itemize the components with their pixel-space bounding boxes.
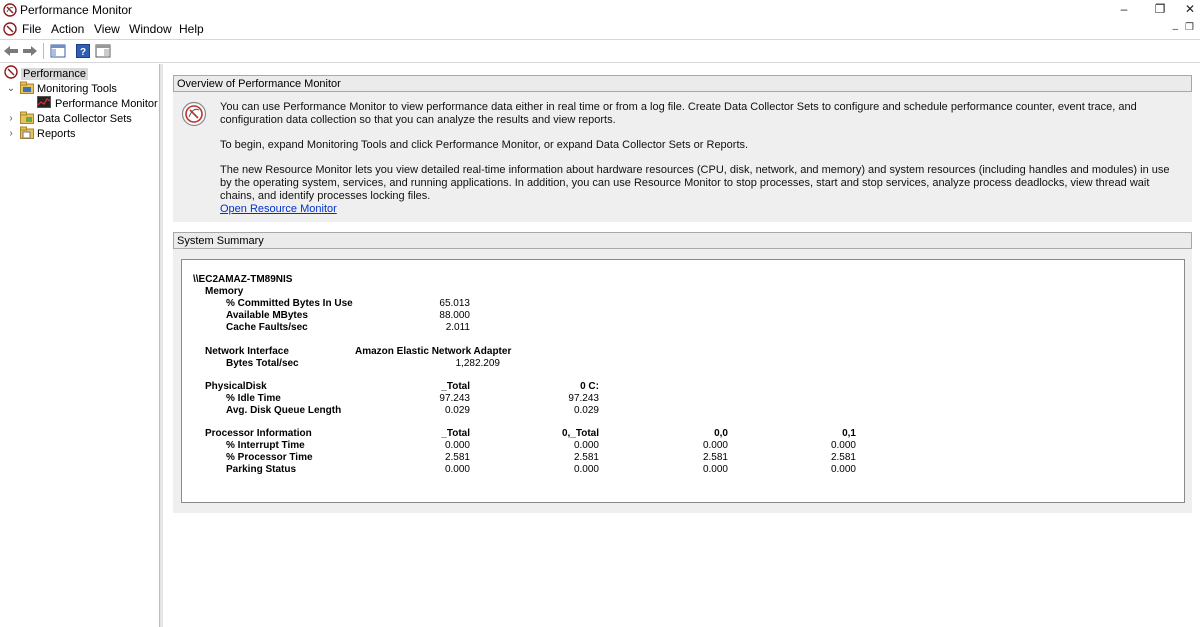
system-summary-box: \\EC2AMAZ-TM89NIS Memory % Committed Byt… xyxy=(181,259,1185,503)
processor-counter-value: 0.000 xyxy=(444,464,470,475)
overview-paragraph-1: You can use Performance Monitor to view … xyxy=(220,101,1137,126)
disk-counter-value: 0.029 xyxy=(444,405,470,416)
processor-counter-value: 0.000 xyxy=(702,464,728,475)
network-counter-label: Bytes Total/sec xyxy=(226,358,299,369)
processor-title: Processor Information xyxy=(205,428,312,439)
performance-icon xyxy=(4,65,18,82)
performance-monitor-icon xyxy=(37,96,51,111)
memory-counter-value: 2.011 xyxy=(445,322,470,333)
reports-icon xyxy=(20,126,34,142)
processor-counter-value: 0.000 xyxy=(444,440,470,451)
window-title: Performance Monitor xyxy=(20,3,133,17)
machine-name: \\EC2AMAZ-TM89NIS xyxy=(193,274,293,285)
toolbar-separator xyxy=(43,43,44,59)
tree-label-data-collector-sets: Data Collector Sets xyxy=(37,112,132,125)
chevron-right-icon[interactable]: › xyxy=(6,113,16,124)
console-tree: Performance ⌄ Monitoring Tools Performan… xyxy=(0,64,158,627)
processor-counter-value: 0.000 xyxy=(830,440,856,451)
back-arrow-icon[interactable] xyxy=(3,43,19,59)
forward-arrow-icon[interactable] xyxy=(22,43,38,59)
processor-counter-label: % Interrupt Time xyxy=(226,440,305,451)
menu-window[interactable]: Window xyxy=(129,22,172,36)
memory-counter-label: % Committed Bytes In Use xyxy=(226,298,353,309)
processor-counter-value: 2.581 xyxy=(830,452,856,463)
monitoring-tools-icon xyxy=(20,81,34,97)
system-summary-body: \\EC2AMAZ-TM89NIS Memory % Committed Byt… xyxy=(173,249,1192,513)
tree-item-data-collector-sets[interactable]: › Data Collector Sets xyxy=(6,111,132,126)
help-icon[interactable]: ? xyxy=(76,43,90,59)
menu-help[interactable]: Help xyxy=(179,22,204,36)
perfmon-app-icon xyxy=(3,3,17,20)
tree-item-performance[interactable]: Performance xyxy=(4,65,88,82)
overview-body: You can use Performance Monitor to view … xyxy=(173,92,1192,222)
disk-column-header: 0 C: xyxy=(580,381,599,392)
child-minimize-button[interactable]: – xyxy=(1172,24,1178,35)
memory-title: Memory xyxy=(205,286,244,297)
network-title: Network Interface xyxy=(205,346,289,357)
tree-label-reports: Reports xyxy=(37,127,76,140)
tree-label-monitoring-tools: Monitoring Tools xyxy=(37,82,117,95)
processor-column-header: 0,0 xyxy=(714,428,728,439)
processor-counter-value: 2.581 xyxy=(444,452,470,463)
tree-item-reports[interactable]: › Reports xyxy=(6,126,76,141)
memory-counter-label: Cache Faults/sec xyxy=(226,322,308,333)
tree-label-performance: Performance xyxy=(21,67,88,80)
processor-counter-value: 2.581 xyxy=(702,452,728,463)
processor-counter-value: 0.000 xyxy=(830,464,856,475)
disk-counter-value: 97.243 xyxy=(439,393,470,404)
tree-item-performance-monitor[interactable]: Performance Monitor xyxy=(37,96,158,111)
tree-item-monitoring-tools[interactable]: ⌄ Monitoring Tools xyxy=(6,81,117,96)
open-resource-monitor-link[interactable]: Open Resource Monitor xyxy=(220,203,337,216)
menu-file[interactable]: File xyxy=(22,22,41,36)
menu-action[interactable]: Action xyxy=(51,22,84,36)
disk-column-header: _Total xyxy=(441,381,470,392)
minimize-button[interactable]: – xyxy=(1106,0,1142,20)
tree-label-performance-monitor: Performance Monitor xyxy=(55,97,158,110)
close-button[interactable]: ✕ xyxy=(1172,0,1200,20)
show-hide-console-tree-icon[interactable] xyxy=(50,43,66,59)
perfmon-menu-icon[interactable] xyxy=(3,22,17,39)
disk-title: PhysicalDisk xyxy=(205,381,267,392)
overview-header[interactable]: Overview of Performance Monitor xyxy=(173,75,1192,92)
menu-bar: File Action View Window Help xyxy=(0,20,1200,38)
processor-counter-value: 2.581 xyxy=(573,452,599,463)
details-pane: Overview of Performance Monitor You can … xyxy=(163,64,1200,627)
title-bar: Performance Monitor – ❐ ✕ xyxy=(0,0,1200,20)
network-counter-value: 1,282.209 xyxy=(455,358,501,369)
system-summary-header[interactable]: System Summary xyxy=(173,232,1192,249)
memory-counter-value: 88.000 xyxy=(439,310,470,321)
overview-paragraph-3: The new Resource Monitor lets you view d… xyxy=(220,164,1170,202)
disk-counter-label: Avg. Disk Queue Length xyxy=(226,405,342,416)
disk-counter-value: 0.029 xyxy=(573,405,599,416)
memory-counter-value: 65.013 xyxy=(439,298,470,309)
svg-text:?: ? xyxy=(80,47,86,58)
processor-counter-label: % Processor Time xyxy=(226,452,313,463)
processor-counter-label: Parking Status xyxy=(226,464,297,475)
toolbar: ? xyxy=(0,39,1200,63)
processor-column-header: _Total xyxy=(441,428,470,439)
child-restore-button[interactable]: ❐ xyxy=(1185,22,1194,33)
perfmon-gauge-icon xyxy=(181,101,207,130)
disk-counter-value: 97.243 xyxy=(568,393,599,404)
processor-column-header: 0,1 xyxy=(842,428,856,439)
chevron-right-icon[interactable]: › xyxy=(6,128,16,139)
memory-counter-label: Available MBytes xyxy=(226,310,308,321)
overview-paragraph-2: To begin, expand Monitoring Tools and cl… xyxy=(220,139,749,151)
menu-view[interactable]: View xyxy=(94,22,120,36)
disk-counter-label: % Idle Time xyxy=(226,393,281,404)
network-adapter-name: Amazon Elastic Network Adapter xyxy=(355,346,512,357)
show-hide-action-pane-icon[interactable] xyxy=(95,43,111,59)
processor-column-header: 0,_Total xyxy=(561,428,599,439)
processor-counter-value: 0.000 xyxy=(702,440,728,451)
processor-counter-value: 0.000 xyxy=(573,464,599,475)
chevron-down-icon[interactable]: ⌄ xyxy=(6,83,16,94)
processor-counter-value: 0.000 xyxy=(573,440,599,451)
data-collector-sets-icon xyxy=(20,111,34,127)
